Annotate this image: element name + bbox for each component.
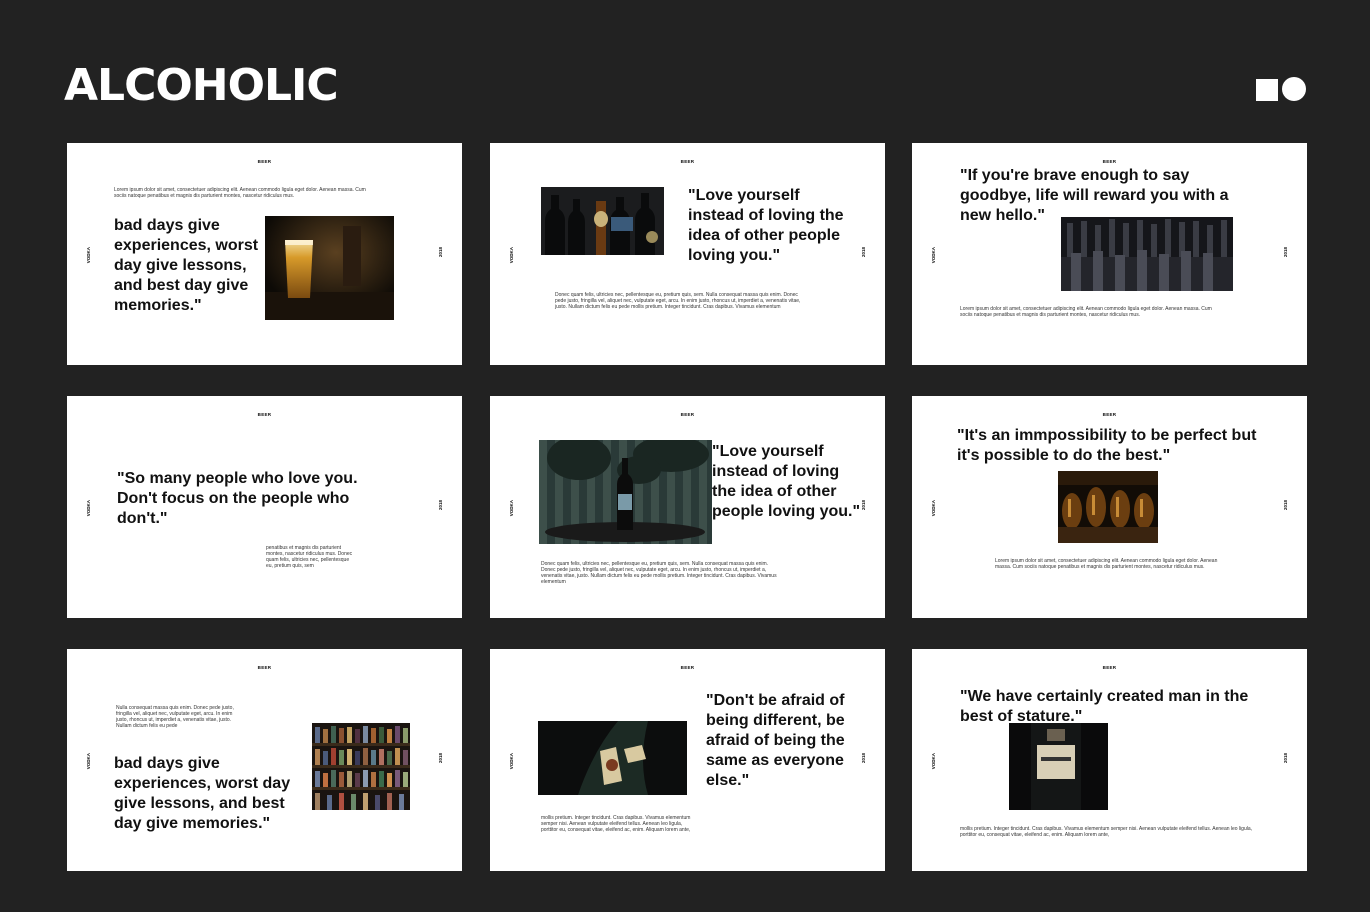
slide-header: BEER	[680, 665, 695, 670]
bollinger-bottle-photo	[1009, 723, 1108, 810]
bottle-plant-photo	[539, 440, 712, 544]
brand-logo-icon	[1256, 77, 1308, 103]
slide-quote: bad days give experiences, worst day giv…	[114, 755, 291, 832]
slide-header: BEER	[680, 412, 695, 417]
slide-right-label: 2018	[861, 753, 866, 764]
slide-header: BEER	[257, 412, 272, 417]
slide-5[interactable]: BEER VODKA 2018 "Love yourself instead o…	[490, 396, 885, 618]
crate-bottles-photo	[1058, 471, 1158, 543]
slide-left-label: VODKA	[931, 247, 936, 264]
slide-body-text: Donec quam felis, ultricies nec, pellent…	[541, 561, 777, 585]
slide-quote: "Love yourself instead of loving the ide…	[688, 187, 844, 264]
slide-2[interactable]: BEER VODKA 2018 "Love yourself instead o…	[490, 143, 885, 365]
beer-bottles-photo	[541, 187, 664, 255]
slide-body-text: Donec quam felis, ultricies nec, pellent…	[555, 292, 801, 310]
slide-body-text: mollis pretium. Integer tincidunt. Cras …	[960, 826, 1253, 838]
slide-header: BEER	[1102, 159, 1117, 164]
slide-header: BEER	[1102, 665, 1117, 670]
slide-left-label: VODKA	[86, 247, 91, 264]
slide-4[interactable]: BEER VODKA 2018 "So many people who love…	[67, 396, 462, 618]
champagne-label-photo	[538, 721, 687, 795]
slide-9[interactable]: BEER VODKA 2018 "We have certainly creat…	[912, 649, 1307, 871]
slide-left-label: VODKA	[86, 500, 91, 517]
beer-glass-photo	[265, 216, 394, 320]
slide-right-label: 2018	[438, 753, 443, 764]
slide-header: BEER	[680, 159, 695, 164]
slide-1[interactable]: BEER VODKA 2018 Lorem ipsum dolor sit am…	[67, 143, 462, 365]
slide-right-label: 2018	[861, 247, 866, 258]
slide-right-label: 2018	[438, 500, 443, 511]
slide-body-text: mollis pretium. Integer tincidunt. Cras …	[541, 815, 691, 833]
slide-right-label: 2018	[1283, 500, 1288, 511]
slide-quote: "We have certainly created man in the be…	[960, 688, 1249, 725]
slide-8[interactable]: BEER VODKA 2018 "Don't be afraid of bein…	[490, 649, 885, 871]
slide-header: BEER	[1102, 412, 1117, 417]
slide-quote: "Don't be afraid of being different, be …	[706, 692, 845, 789]
slide-left-label: VODKA	[509, 500, 514, 517]
slide-left-label: VODKA	[931, 500, 936, 517]
slide-body-text: Lorem ipsum dolor sit amet, consectetuer…	[114, 187, 366, 199]
slide-3[interactable]: BEER VODKA 2018 "If you're brave enough …	[912, 143, 1307, 365]
slide-quote: bad days give experiences, worst day giv…	[114, 217, 259, 314]
slide-body-text: Lorem ipsum dolor sit amet, consectetuer…	[960, 306, 1212, 318]
slide-header: BEER	[257, 665, 272, 670]
slide-7[interactable]: BEER VODKA 2018 Nulla consequat massa qu…	[67, 649, 462, 871]
slide-6[interactable]: BEER VODKA 2018 "It's an immpossibility …	[912, 396, 1307, 618]
slide-quote: "So many people who love you. Don't focu…	[117, 470, 358, 527]
slide-quote: "It's an immpossibility to be perfect bu…	[957, 427, 1257, 464]
slide-header: BEER	[257, 159, 272, 164]
bar-shelf-photo	[312, 723, 410, 810]
slide-left-label: VODKA	[509, 247, 514, 264]
slide-left-label: VODKA	[86, 753, 91, 770]
slide-quote: "Love yourself instead of loving the ide…	[712, 443, 861, 520]
slide-body-text: penatibus et magnis dis parturient monte…	[266, 545, 353, 569]
bottle-rows-photo	[1061, 217, 1233, 291]
slide-left-label: VODKA	[509, 753, 514, 770]
page-title: ALCOHOLIC	[64, 60, 339, 111]
slide-body-text: Lorem ipsum dolor sit amet, consectetuer…	[995, 558, 1218, 570]
slide-right-label: 2018	[1283, 247, 1288, 258]
slide-right-label: 2018	[1283, 753, 1288, 764]
slide-right-label: 2018	[438, 247, 443, 258]
slide-left-label: VODKA	[931, 753, 936, 770]
slide-body-text: Nulla consequat massa quis enim. Donec p…	[116, 705, 234, 729]
